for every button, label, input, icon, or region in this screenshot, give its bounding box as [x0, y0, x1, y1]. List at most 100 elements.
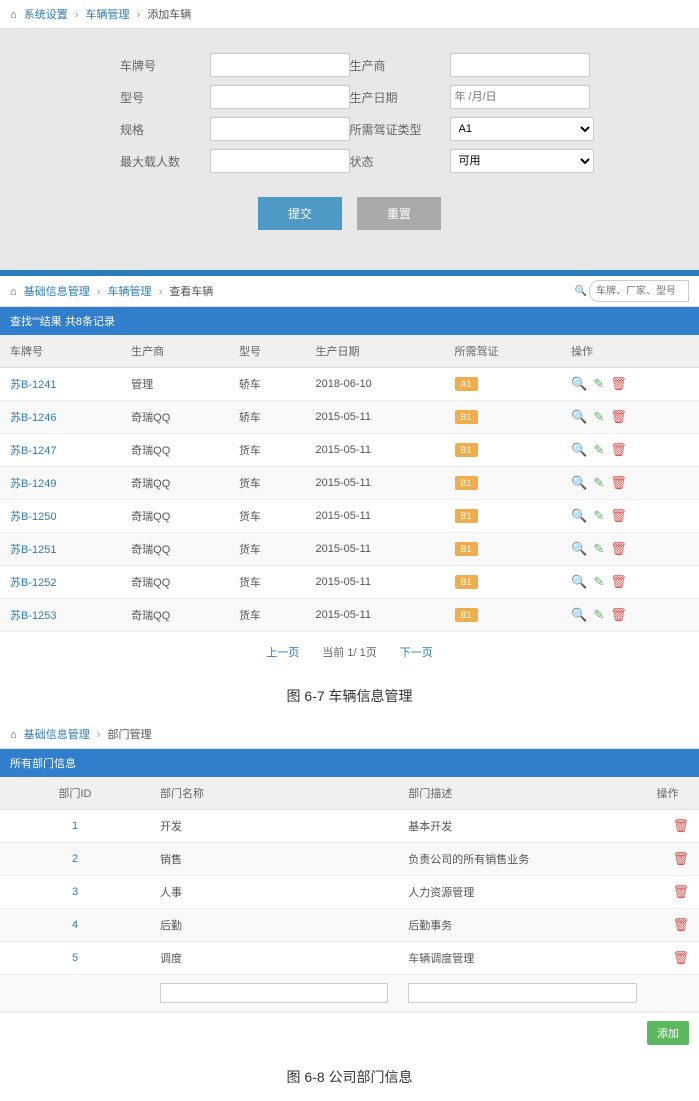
cell-model: 货车: [229, 599, 306, 632]
view-icon[interactable]: 🔍: [571, 574, 587, 590]
col-license: 所需驾证: [445, 335, 562, 368]
view-icon[interactable]: 🔍: [571, 541, 587, 557]
dept-id-link[interactable]: 3: [72, 886, 78, 898]
new-name-input[interactable]: [160, 983, 388, 1003]
cell-model: 轿车: [229, 401, 306, 434]
figure-caption: 图 6-7 车辆信息管理: [0, 672, 699, 720]
department-table: 部门ID 部门名称 部门描述 操作 1 开发 基本开发 🗑 2 销售 负责公司的…: [0, 777, 699, 1012]
table-row: 苏B-1251 奇瑞QQ 货车 2015-05-11 B1 🔍 ✎ 🗑: [0, 533, 699, 566]
dept-id-link[interactable]: 2: [72, 853, 78, 865]
separator-icon: ›: [75, 9, 79, 21]
manufacturer-input[interactable]: [450, 53, 590, 77]
status-select[interactable]: 可用: [450, 149, 594, 173]
vehicle-form: 车牌号 生产商 型号 生产日期 规格 所需驾证类型: [0, 29, 699, 270]
plate-link[interactable]: 苏B-1251: [10, 544, 56, 556]
edit-icon[interactable]: ✎: [593, 442, 604, 458]
plate-link[interactable]: 苏B-1252: [10, 577, 56, 589]
edit-icon[interactable]: ✎: [593, 409, 604, 425]
delete-icon[interactable]: 🗑: [672, 950, 689, 966]
cell-dept-desc: 基本开发: [398, 810, 646, 843]
delete-icon[interactable]: 🗑: [610, 607, 627, 623]
cell-manufacturer: 奇瑞QQ: [121, 566, 229, 599]
dept-id-link[interactable]: 1: [72, 820, 78, 832]
edit-icon[interactable]: ✎: [593, 376, 604, 392]
delete-icon[interactable]: 🗑: [610, 475, 627, 491]
plate-link[interactable]: 苏B-1253: [10, 610, 56, 622]
cell-manufacturer: 奇瑞QQ: [121, 599, 229, 632]
license-badge: B1: [455, 476, 478, 490]
plate-link[interactable]: 苏B-1249: [10, 478, 56, 490]
delete-icon[interactable]: 🗑: [610, 442, 627, 458]
delete-icon[interactable]: 🗑: [610, 541, 627, 557]
breadcrumb-link-1[interactable]: 系统设置: [24, 9, 68, 21]
breadcrumb-link-1[interactable]: 基础信息管理: [24, 286, 90, 298]
cell-manufacturer: 奇瑞QQ: [121, 467, 229, 500]
view-icon[interactable]: 🔍: [571, 475, 587, 491]
delete-icon[interactable]: 🗑: [672, 884, 689, 900]
table-row: 3 人事 人力资源管理 🗑: [0, 876, 699, 909]
table-row: 苏B-1246 奇瑞QQ 轿车 2015-05-11 B1 🔍 ✎ 🗑: [0, 401, 699, 434]
add-button[interactable]: 添加: [647, 1021, 689, 1045]
submit-button[interactable]: 提交: [258, 197, 342, 230]
spec-input[interactable]: [210, 117, 350, 141]
breadcrumb-link-2[interactable]: 车辆管理: [108, 286, 152, 298]
view-icon[interactable]: 🔍: [571, 442, 587, 458]
edit-icon[interactable]: ✎: [593, 607, 604, 623]
cell-date: 2015-05-11: [305, 434, 444, 467]
view-icon[interactable]: 🔍: [571, 409, 587, 425]
license-badge: B1: [455, 443, 478, 457]
reset-button[interactable]: 重置: [357, 197, 441, 230]
plate-link[interactable]: 苏B-1250: [10, 511, 56, 523]
dept-id-link[interactable]: 4: [72, 919, 78, 931]
delete-icon[interactable]: 🗑: [610, 376, 627, 392]
breadcrumb-link-1[interactable]: 基础信息管理: [24, 729, 90, 741]
view-icon[interactable]: 🔍: [571, 376, 587, 392]
breadcrumb-link-2[interactable]: 车辆管理: [86, 9, 130, 21]
home-icon[interactable]: ⌂: [10, 729, 17, 741]
table-row: 苏B-1250 奇瑞QQ 货车 2015-05-11 B1 🔍 ✎ 🗑: [0, 500, 699, 533]
view-icon[interactable]: 🔍: [571, 508, 587, 524]
breadcrumb-current: 添加车辆: [147, 9, 191, 21]
edit-icon[interactable]: ✎: [593, 541, 604, 557]
search-input[interactable]: [589, 280, 689, 302]
table-row: 苏B-1241 管理 轿车 2018-06-10 A1 🔍 ✎ 🗑: [0, 368, 699, 401]
delete-icon[interactable]: 🗑: [672, 818, 689, 834]
edit-icon[interactable]: ✎: [593, 508, 604, 524]
delete-icon[interactable]: 🗑: [672, 917, 689, 933]
prev-page[interactable]: 上一页: [266, 647, 299, 659]
col-dept-name: 部门名称: [150, 777, 398, 810]
plate-link[interactable]: 苏B-1241: [10, 379, 56, 391]
delete-icon[interactable]: 🗑: [610, 409, 627, 425]
model-label: 型号: [120, 89, 210, 106]
edit-icon[interactable]: ✎: [593, 475, 604, 491]
new-desc-input[interactable]: [408, 983, 636, 1003]
plate-link[interactable]: 苏B-1247: [10, 445, 56, 457]
view-icon[interactable]: 🔍: [571, 607, 587, 623]
home-icon[interactable]: ⌂: [10, 9, 17, 21]
dept-id-link[interactable]: 5: [72, 952, 78, 964]
prod-date-input[interactable]: [450, 85, 590, 109]
edit-icon[interactable]: ✎: [593, 574, 604, 590]
home-icon[interactable]: ⌂: [10, 286, 17, 298]
max-capacity-input[interactable]: [210, 149, 350, 173]
license-badge: A1: [455, 377, 478, 391]
license-badge: B1: [455, 509, 478, 523]
model-input[interactable]: [210, 85, 350, 109]
license-type-select[interactable]: A1: [450, 117, 594, 141]
col-dept-actions: 操作: [647, 777, 699, 810]
plate-link[interactable]: 苏B-1246: [10, 412, 56, 424]
cell-model: 轿车: [229, 368, 306, 401]
cell-dept-desc: 车辆调度管理: [398, 942, 646, 975]
cell-dept-name: 调度: [150, 942, 398, 975]
delete-icon[interactable]: 🗑: [672, 851, 689, 867]
current-page: 当前 1/ 1页: [322, 647, 376, 659]
cell-manufacturer: 奇瑞QQ: [121, 533, 229, 566]
breadcrumb-current: 查看车辆: [169, 286, 213, 298]
delete-icon[interactable]: 🗑: [610, 508, 627, 524]
plate-input[interactable]: [210, 53, 350, 77]
max-capacity-label: 最大载人数: [120, 153, 210, 170]
col-model: 型号: [229, 335, 306, 368]
table-row: 苏B-1249 奇瑞QQ 货车 2015-05-11 B1 🔍 ✎ 🗑: [0, 467, 699, 500]
next-page[interactable]: 下一页: [400, 647, 433, 659]
delete-icon[interactable]: 🗑: [610, 574, 627, 590]
